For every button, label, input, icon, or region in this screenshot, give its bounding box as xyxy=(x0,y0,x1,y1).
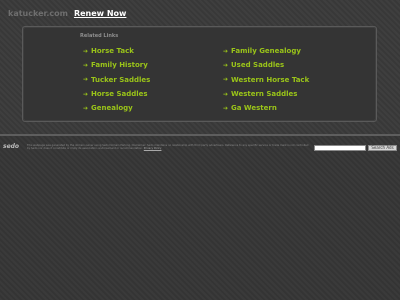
related-link[interactable]: ➔ Western Saddles xyxy=(223,87,309,101)
domain-name: katucker.com xyxy=(8,8,68,18)
arrow-right-icon: ➔ xyxy=(223,90,229,98)
related-links-panel-inner xyxy=(24,28,375,120)
disclaimer-text: This webpage was generated by the domain… xyxy=(27,144,310,151)
related-link-label: Genealogy xyxy=(91,104,133,113)
related-links-right-column: ➔ Family Genealogy ➔ Used Saddles ➔ Western… xyxy=(223,44,309,115)
related-link-label: Western Saddles xyxy=(231,90,298,99)
arrow-right-icon: ➔ xyxy=(223,47,229,55)
arrow-right-icon: ➔ xyxy=(83,90,89,98)
related-links-panel xyxy=(22,26,377,122)
related-links-title: Related Links xyxy=(80,33,119,39)
related-link-label: Western Horse Tack xyxy=(231,75,310,84)
related-links-left-column: ➔ Horse Tack ➔ Family History ➔ Tucker Sadd… xyxy=(83,44,150,115)
disclaimer-body: This webpage was generated by the domain… xyxy=(27,144,309,151)
footer xyxy=(0,136,400,300)
related-link[interactable]: ➔ Genealogy xyxy=(83,101,150,115)
related-link[interactable]: ➔ Family History xyxy=(83,58,150,72)
related-link[interactable]: ➔ Family Genealogy xyxy=(223,44,309,58)
related-link-label: Horse Tack xyxy=(91,47,134,56)
sedo-logo[interactable]: sedo xyxy=(3,143,19,150)
renew-now-link[interactable]: Renew Now xyxy=(74,9,126,18)
search-ads-button[interactable]: Search Ads xyxy=(368,145,397,151)
related-link-label: Family History xyxy=(91,61,148,70)
related-link[interactable]: ➔ Horse Saddles xyxy=(83,87,150,101)
related-link[interactable]: ➔ Tucker Saddles xyxy=(83,73,150,87)
related-link[interactable]: ➔ Horse Tack xyxy=(83,44,150,58)
related-link-label: Family Genealogy xyxy=(231,47,301,56)
related-link-label: Ga Western xyxy=(231,104,277,113)
top-bar: katucker.com Renew Now xyxy=(8,7,126,19)
search-input[interactable] xyxy=(314,145,366,151)
related-link-label: Horse Saddles xyxy=(91,90,148,99)
arrow-right-icon: ➔ xyxy=(83,76,89,84)
arrow-right-icon: ➔ xyxy=(83,104,89,112)
arrow-right-icon: ➔ xyxy=(83,47,89,55)
related-link-label: Tucker Saddles xyxy=(91,75,151,84)
arrow-right-icon: ➔ xyxy=(223,104,229,112)
related-link[interactable]: ➔ Western Horse Tack xyxy=(223,73,309,87)
related-link[interactable]: ➔ Ga Western xyxy=(223,101,309,115)
privacy-policy-link[interactable]: Privacy Policy xyxy=(144,147,162,150)
arrow-right-icon: ➔ xyxy=(83,61,89,69)
related-link[interactable]: ➔ Used Saddles xyxy=(223,58,309,72)
arrow-right-icon: ➔ xyxy=(223,61,229,69)
arrow-right-icon: ➔ xyxy=(223,76,229,84)
related-link-label: Used Saddles xyxy=(231,61,285,70)
